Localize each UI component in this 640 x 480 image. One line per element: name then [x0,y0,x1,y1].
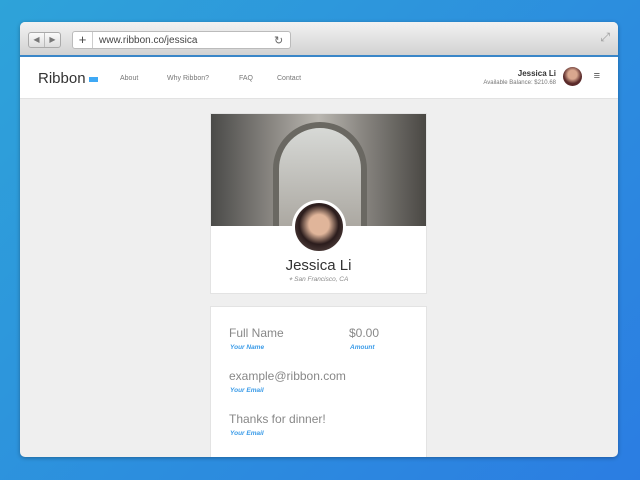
profile-location: ⌖ San Francisco, CA [211,276,426,284]
full-name-label: Your Name [230,344,265,351]
hamburger-menu-icon[interactable]: ≡ [594,70,600,82]
user-name: Jessica Li [517,69,556,78]
logo-text: Ribbon [38,70,86,87]
amount-label: Amount [350,344,375,351]
ribbon-logo-icon [88,76,98,82]
site-nav: Ribbon About Why Ribbon? FAQ Contact Jes… [20,57,618,99]
back-button[interactable]: ◀ [29,33,45,47]
nav-faq[interactable]: FAQ [239,75,253,82]
full-name-input[interactable]: Full Name [229,326,284,340]
profile-avatar [292,200,346,254]
user-info[interactable]: Jessica Li Available Balance: $210.68 [483,69,556,86]
payment-form: Full Name Your Name $0.00 Amount example… [210,306,427,457]
address-bar[interactable]: + www.ribbon.co/jessica ↻ [72,31,291,49]
logo[interactable]: Ribbon [38,70,98,87]
profile-name: Jessica Li [285,257,352,274]
message-label: Your Email [230,430,264,437]
browser-toolbar: ◀ ▶ + www.ribbon.co/jessica ↻ ⤢ [20,22,618,57]
profile-card: Jessica Li ⌖ San Francisco, CA [210,113,427,294]
reload-icon[interactable]: ↻ [274,34,290,47]
nav-about[interactable]: About [120,75,138,82]
history-buttons: ◀ ▶ [28,32,61,48]
browser-window: ◀ ▶ + www.ribbon.co/jessica ↻ ⤢ Ribbon A… [20,22,618,457]
amount-input[interactable]: $0.00 [349,326,379,340]
expand-icon[interactable]: ⤢ [600,30,610,45]
new-tab-button[interactable]: + [73,32,93,48]
email-label: Your Email [230,387,264,394]
url-text[interactable]: www.ribbon.co/jessica [93,35,274,46]
email-input[interactable]: example@ribbon.com [229,369,346,383]
nav-contact[interactable]: Contact [277,75,301,82]
forward-button[interactable]: ▶ [45,33,60,47]
message-input[interactable]: Thanks for dinner! [229,412,326,426]
nav-why-ribbon[interactable]: Why Ribbon? [167,75,209,82]
user-avatar[interactable] [563,67,582,86]
available-balance: Available Balance: $210.68 [483,80,556,86]
location-text: San Francisco, CA [294,276,349,283]
